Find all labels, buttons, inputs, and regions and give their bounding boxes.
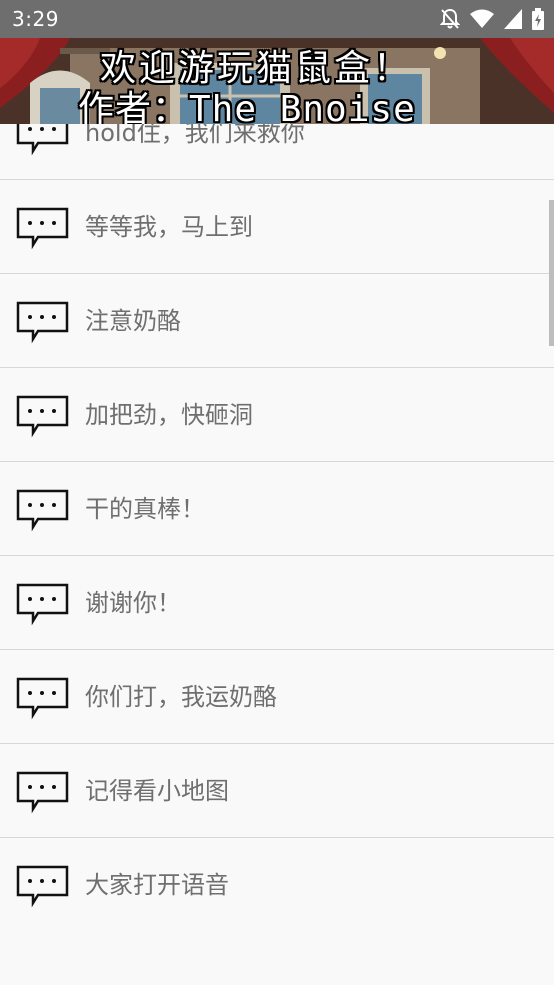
list-item[interactable]: 加把劲，快砸洞 [0,368,554,462]
notifications-off-icon [440,8,460,29]
battery-icon [532,8,544,30]
list-item[interactable]: 谢谢你！ [0,556,554,650]
header-banner: 欢迎游玩猫鼠盒！ 作者：The_Bnoise [0,38,554,124]
phrase-label: 你们打，我运奶酪 [85,683,277,711]
chat-bubble-icon [16,583,69,626]
list-item[interactable]: 记得看小地图 [0,744,554,838]
phrase-label: 谢谢你！ [85,589,181,617]
phrase-label: 大家打开语音 [85,871,229,899]
phrase-label: 加把劲，快砸洞 [85,401,253,429]
phrase-label: 干的真棒！ [85,495,205,523]
chat-bubble-icon [16,771,69,814]
status-time: 3:29 [12,7,59,31]
screen: hold住，我们来救你 等等我，马上到 注意奶酪 加把劲，快砸洞 干的真棒！ 谢… [0,0,554,985]
list-item[interactable]: 等等我，马上到 [0,180,554,274]
list-item[interactable]: 你们打，我运奶酪 [0,650,554,744]
phrase-label: 等等我，马上到 [85,213,253,241]
chat-bubble-icon [16,395,69,438]
wifi-icon [470,9,494,28]
list-item[interactable]: 干的真棒！ [0,462,554,556]
list-item[interactable]: 大家打开语音 [0,838,554,931]
chat-bubble-icon [16,207,69,250]
phrase-label: 记得看小地图 [85,777,229,805]
chat-bubble-icon [16,301,69,344]
phrase-label: 注意奶酪 [85,307,181,335]
phrase-list[interactable]: hold住，我们来救你 等等我，马上到 注意奶酪 加把劲，快砸洞 干的真棒！ 谢… [0,86,554,931]
list-item[interactable]: 注意奶酪 [0,274,554,368]
cell-signal-icon [504,9,522,29]
status-bar: 3:29 [0,0,554,38]
chat-bubble-icon [16,865,69,908]
chat-bubble-icon [16,677,69,720]
scrollbar[interactable] [549,200,554,346]
banner-author-text: 作者：The_Bnoise [78,89,416,124]
chat-bubble-icon [16,489,69,532]
